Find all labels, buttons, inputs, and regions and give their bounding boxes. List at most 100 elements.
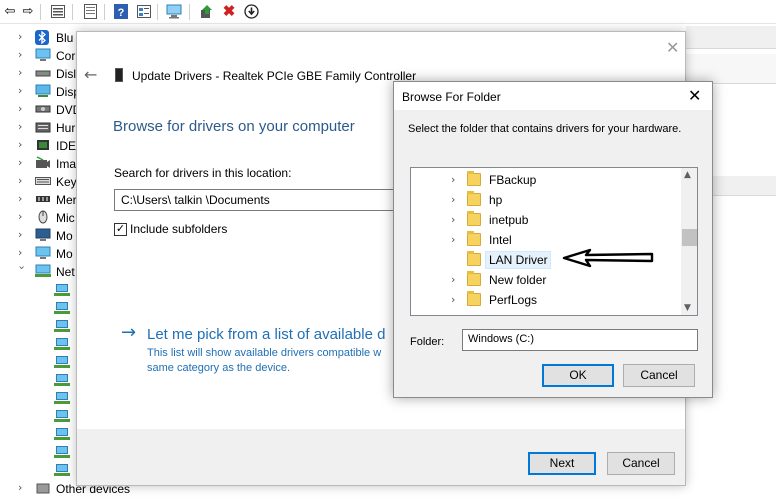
- search-location-input[interactable]: C:\Users\ talkin \Documents: [114, 189, 396, 211]
- tree-item-monitors[interactable]: › Mo: [0, 227, 80, 245]
- close-icon[interactable]: ✕: [688, 86, 701, 105]
- folder-icon: [467, 191, 481, 206]
- tree-item-keyboard[interactable]: › Key: [0, 173, 80, 191]
- chevron-right-icon[interactable]: ›: [18, 228, 28, 241]
- download-circle-icon[interactable]: [243, 3, 259, 19]
- chevron-down-icon[interactable]: ›: [16, 266, 29, 276]
- chevron-right-icon[interactable]: ›: [18, 174, 28, 187]
- folder-item[interactable]: › New folder: [411, 270, 681, 290]
- tree-item-label: Hur: [56, 121, 76, 135]
- network-adapter-icon[interactable]: [54, 356, 70, 369]
- properties-grid-icon[interactable]: [50, 3, 66, 19]
- folder-tree[interactable]: › FBackup › hp › inetpub › Intel LAN Dri…: [410, 167, 698, 316]
- scroll-down-icon[interactable]: ▼: [684, 303, 691, 313]
- tree-item-hid[interactable]: › Hur: [0, 119, 80, 137]
- network-card-icon: [115, 68, 123, 82]
- network-adapter-icon[interactable]: [54, 374, 70, 387]
- back-arrow-icon[interactable]: ⇦: [2, 3, 18, 19]
- tree-item-bluetooth[interactable]: › Blu: [0, 29, 80, 47]
- chevron-right-icon[interactable]: ›: [18, 192, 28, 205]
- chevron-right-icon[interactable]: ›: [451, 233, 455, 246]
- help-icon[interactable]: ?: [113, 3, 129, 19]
- toolbar-separator: [189, 4, 190, 20]
- update-driver-icon[interactable]: [199, 3, 215, 19]
- folder-item[interactable]: › PerfLogs: [411, 290, 681, 310]
- tree-item-ide[interactable]: › IDE: [0, 137, 80, 155]
- tree-item-network[interactable]: › Net: [0, 263, 80, 281]
- tree-item-label: Cor: [56, 49, 76, 63]
- tree-item-computer[interactable]: › Cor: [0, 47, 80, 65]
- page-heading: Browse for drivers on your computer: [113, 118, 355, 135]
- tree-item-label: Disl: [56, 67, 76, 81]
- back-arrow-icon[interactable]: ←: [84, 65, 97, 84]
- network-adapter-icon[interactable]: [54, 410, 70, 423]
- network-adapter-icon[interactable]: [54, 320, 70, 333]
- folder-label: LAN Driver: [489, 253, 548, 267]
- network-adapter-icon[interactable]: [54, 446, 70, 459]
- display-adapter-icon: [35, 84, 51, 98]
- folder-item[interactable]: › inetpub: [411, 210, 681, 230]
- network-adapter-icon[interactable]: [54, 284, 70, 297]
- ok-button[interactable]: OK: [542, 364, 614, 387]
- pick-driver-description: This list will show available drivers co…: [147, 347, 382, 374]
- chevron-right-icon[interactable]: ›: [18, 48, 28, 61]
- document-icon[interactable]: [82, 3, 98, 19]
- include-subfolders-checkbox[interactable]: ✓: [114, 223, 127, 236]
- chevron-right-icon[interactable]: ›: [451, 193, 455, 206]
- cancel-button[interactable]: Cancel: [607, 452, 675, 475]
- monitor-icon: [35, 48, 51, 62]
- scrollbar-thumb[interactable]: [682, 229, 697, 246]
- arrow-right-icon[interactable]: →: [121, 322, 136, 343]
- chevron-right-icon[interactable]: ›: [18, 481, 28, 494]
- chevron-right-icon[interactable]: ›: [451, 293, 455, 306]
- folder-item[interactable]: › hp: [411, 190, 681, 210]
- tree-item-other-devices[interactable]: › Other devices: [0, 480, 130, 498]
- cancel-button[interactable]: Cancel: [623, 364, 695, 387]
- chevron-right-icon[interactable]: ›: [18, 102, 28, 115]
- network-adapter-icon[interactable]: [54, 464, 70, 477]
- network-adapter-icon[interactable]: [54, 428, 70, 441]
- network-adapter-icon[interactable]: [54, 338, 70, 351]
- chevron-right-icon[interactable]: ›: [18, 138, 28, 151]
- pane-band: [686, 26, 776, 49]
- folder-label: New folder: [489, 273, 547, 287]
- chevron-right-icon[interactable]: ›: [18, 66, 28, 79]
- vertical-scrollbar[interactable]: ▲ ▼: [681, 168, 697, 315]
- tree-item-imaging[interactable]: › Ima: [0, 155, 80, 173]
- dialog-title: Browse For Folder: [402, 90, 501, 104]
- scroll-up-icon[interactable]: ▲: [684, 170, 691, 180]
- next-button[interactable]: Next: [528, 452, 596, 475]
- chevron-right-icon[interactable]: ›: [451, 213, 455, 226]
- toolbar-separator: [40, 4, 41, 20]
- network-adapter-icon[interactable]: [54, 392, 70, 405]
- tree-item-dvd[interactable]: › DVD: [0, 101, 81, 119]
- folder-icon: [467, 251, 481, 266]
- toolbar-separator: [72, 4, 73, 20]
- forward-arrow-icon[interactable]: ⇨: [20, 3, 36, 19]
- chevron-right-icon[interactable]: ›: [18, 210, 28, 223]
- chevron-right-icon[interactable]: ›: [18, 156, 28, 169]
- pick-driver-link[interactable]: Let me pick from a list of available d: [147, 326, 385, 343]
- network-adapter-icon[interactable]: [54, 302, 70, 315]
- monitor-icon: [35, 246, 51, 260]
- chevron-right-icon[interactable]: ›: [18, 84, 28, 97]
- include-subfolders-label[interactable]: Include subfolders: [130, 222, 227, 236]
- folder-item[interactable]: › FBackup: [411, 170, 681, 190]
- tree-item-mice[interactable]: › Mic: [0, 209, 80, 227]
- tree-item-label: Mer: [56, 193, 77, 207]
- chevron-right-icon[interactable]: ›: [18, 246, 28, 259]
- dialog-footer: Next Cancel: [77, 429, 685, 485]
- tree-item-display[interactable]: › Disp: [0, 83, 80, 101]
- uninstall-x-icon[interactable]: ✖: [221, 3, 237, 20]
- tree-item-monitors-2[interactable]: › Mo: [0, 245, 80, 263]
- close-icon[interactable]: ✕: [666, 38, 679, 57]
- chevron-right-icon[interactable]: ›: [18, 30, 28, 43]
- view-list-icon[interactable]: [136, 3, 152, 19]
- chevron-right-icon[interactable]: ›: [451, 173, 455, 186]
- tree-item-disk[interactable]: › Disl: [0, 65, 80, 83]
- chevron-right-icon[interactable]: ›: [451, 273, 455, 286]
- folder-input[interactable]: Windows (C:): [462, 329, 698, 351]
- scan-hardware-icon[interactable]: [166, 3, 182, 19]
- tree-item-memory[interactable]: › Mer: [0, 191, 80, 209]
- chevron-right-icon[interactable]: ›: [18, 120, 28, 133]
